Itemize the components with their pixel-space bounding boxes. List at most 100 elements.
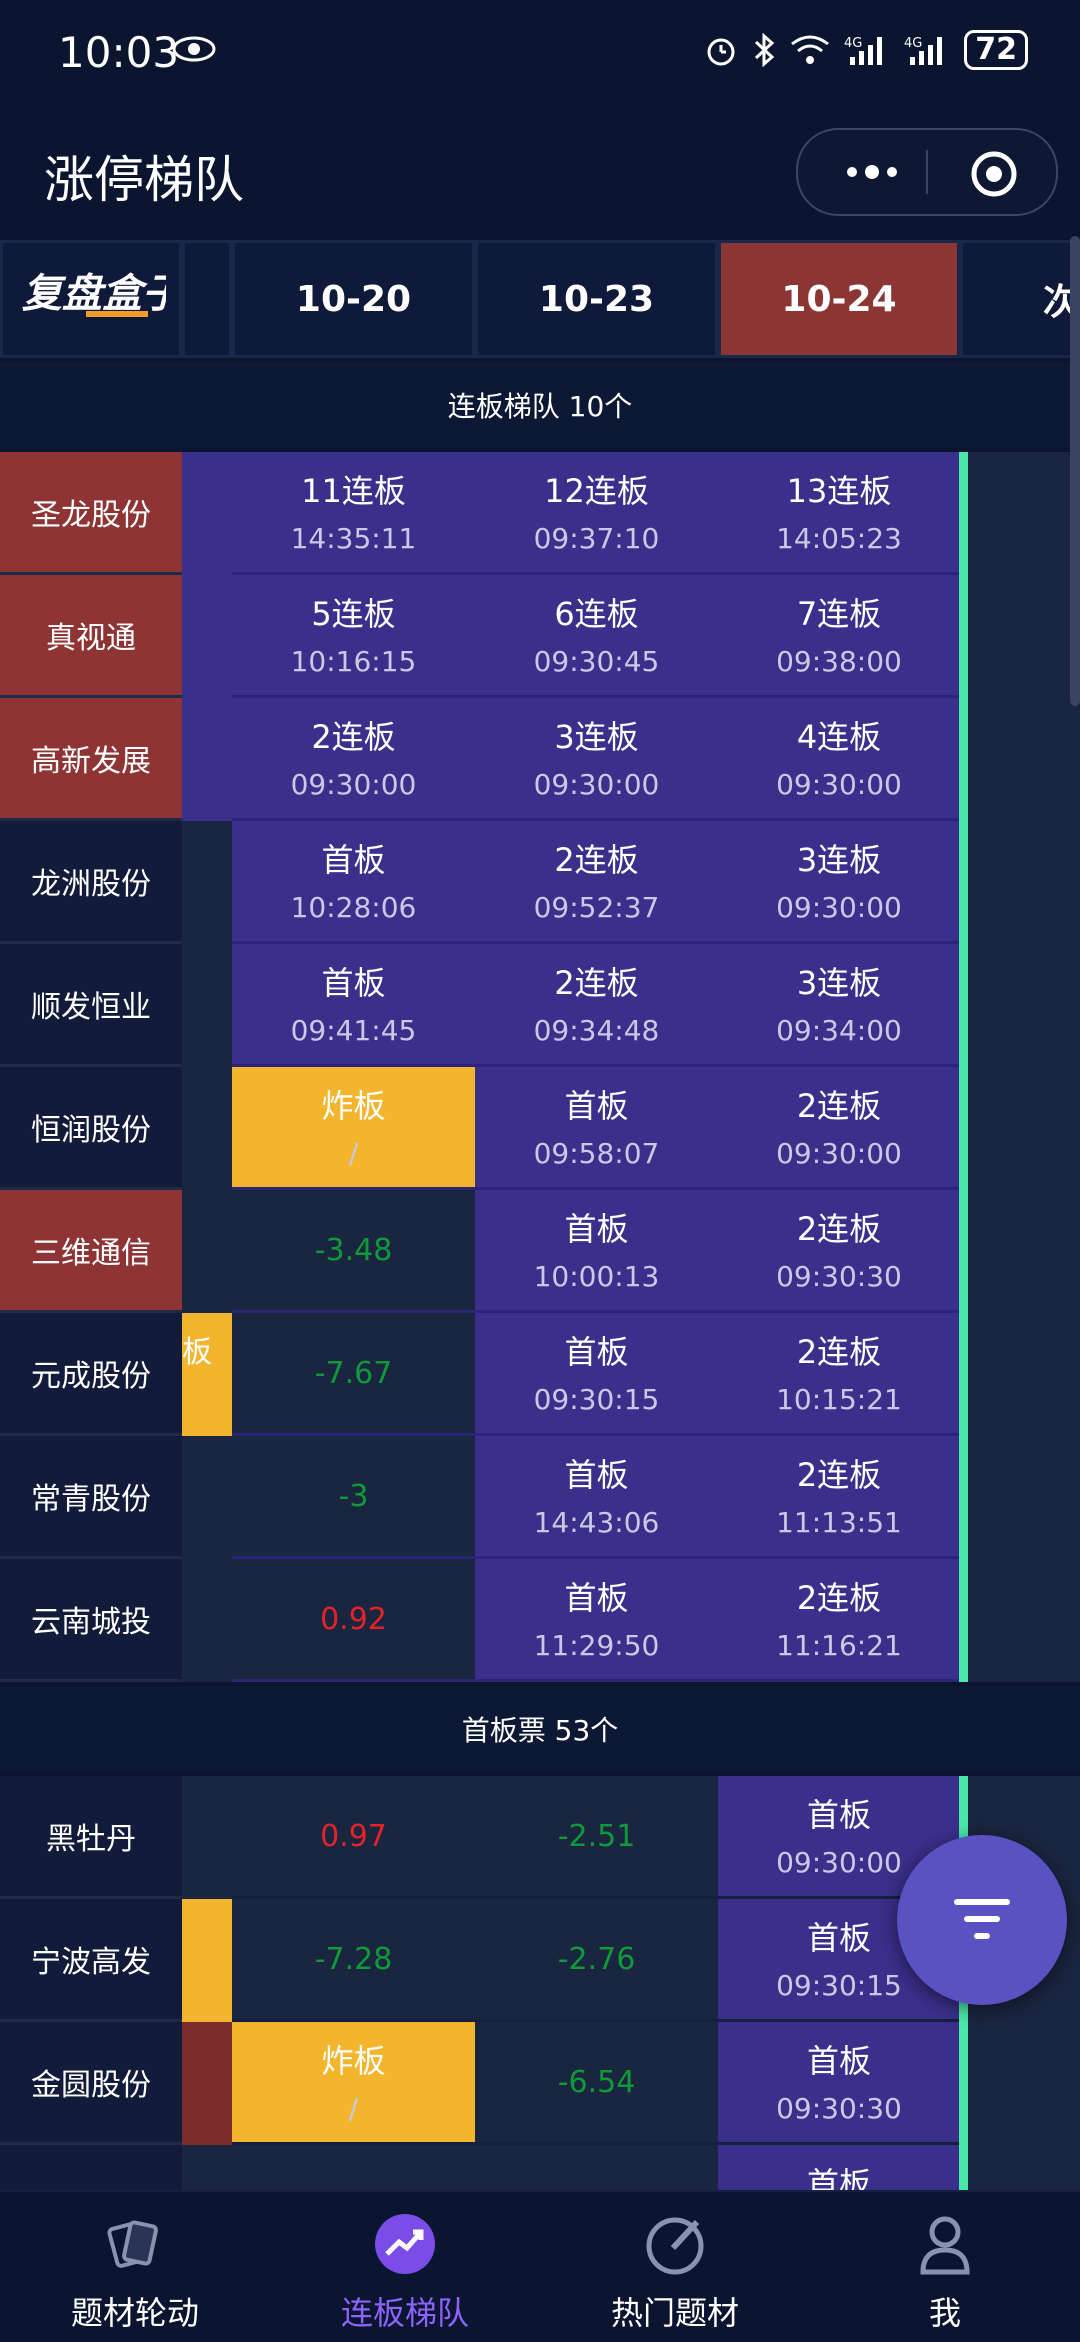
first-board-cell[interactable]: 首板 09:30:30 (718, 2022, 960, 2145)
first-board-cell[interactable]: 首板 (718, 2145, 960, 2190)
ladder-cell[interactable]: 炸板 / (232, 1067, 475, 1190)
ladder-cell[interactable]: 2连板 09:34:48 (475, 944, 718, 1067)
ladder-cell[interactable]: 首板 11:29:50 (475, 1559, 718, 1682)
trend-icon (375, 2214, 435, 2274)
nav-label: 连板梯队 (340, 2294, 469, 2332)
nav-ladder[interactable]: 连板梯队 (270, 2192, 540, 2342)
ladder-cell[interactable]: -7.67 (232, 1313, 475, 1436)
stock-name[interactable]: 宁波高发 (0, 1899, 182, 2022)
clock: 10:03 (58, 28, 180, 77)
date-tab[interactable]: 次 (960, 240, 1080, 358)
ladder-cell[interactable]: 2连板 11:16:21 (718, 1559, 960, 1682)
alarm-icon (707, 38, 735, 66)
cell-time: 09:34:00 (776, 1014, 902, 1047)
more-icon[interactable] (842, 160, 902, 184)
capsule-divider (926, 150, 928, 194)
ladder-cell[interactable]: -3 (232, 1436, 475, 1559)
ladder-cell[interactable]: 首板 14:43:06 (475, 1436, 718, 1559)
filter-button[interactable] (897, 1835, 1067, 2005)
ladder-cell[interactable]: 0.92 (232, 1559, 475, 1682)
ladder-cell[interactable]: 3连板 09:30:00 (718, 821, 960, 944)
nav-theme-rotation[interactable]: 题材轮动 (0, 2192, 270, 2342)
cell-status: 3连板 (554, 718, 639, 756)
cell-status: 首板 (321, 964, 386, 1002)
prev-col-cell (182, 2022, 232, 2145)
cell-status: 4连板 (796, 718, 882, 756)
ladder-cell[interactable]: 7连板 09:38:00 (718, 575, 960, 698)
cell-status: 首板 (564, 1087, 629, 1125)
next-col-cell (960, 452, 1080, 575)
stock-name[interactable]: 圣龙股份 (0, 452, 182, 575)
prev-col-cell (182, 944, 232, 1067)
prev-col-cell (182, 821, 232, 944)
first-board-cell[interactable]: -7.28 (232, 1899, 475, 2022)
ladder-cell[interactable]: 13连板 14:05:23 (718, 452, 960, 575)
ladder-cell[interactable]: 2连板 09:30:30 (718, 1190, 960, 1313)
nav-me[interactable]: 我 (810, 2192, 1080, 2342)
cell-time: 09:58:07 (533, 1137, 660, 1170)
ladder-cell[interactable]: 2连板 09:30:00 (718, 1067, 960, 1190)
first-board-cell[interactable]: 1.25 (232, 2145, 475, 2190)
first-board-cell[interactable]: -3.26 (475, 2145, 718, 2190)
ladder-cell[interactable]: 2连板 09:30:00 (232, 698, 475, 821)
nav-hot-topics[interactable]: 热门题材 (540, 2192, 810, 2342)
first-board-cell[interactable]: -6.54 (475, 2022, 718, 2145)
cell-status: 2连板 (554, 964, 639, 1002)
scrollbar[interactable] (1070, 236, 1080, 706)
stock-name[interactable]: 元成股份 (0, 1313, 182, 1436)
ladder-cell[interactable]: 5连板 10:16:15 (232, 575, 475, 698)
first-board-cell[interactable]: -2.51 (475, 1776, 718, 1899)
stock-name[interactable]: 顺发恒业 (0, 944, 182, 1067)
ladder-cell[interactable]: 首板 09:41:45 (232, 944, 475, 1067)
prev-col-cell (182, 452, 232, 575)
first-board-cell[interactable]: 0.97 (232, 1776, 475, 1899)
ladder-cell[interactable]: 首板 10:00:13 (475, 1190, 718, 1313)
cell-time: 09:30:30 (776, 1260, 902, 1293)
stock-name[interactable]: 坤泰股份 (0, 2145, 182, 2190)
stock-name[interactable]: 黑牡丹 (0, 1776, 182, 1899)
cell-time: 11:16:21 (776, 1629, 902, 1662)
ladder-cell[interactable]: 2连板 10:15:21 (718, 1313, 960, 1436)
ladder-cell[interactable]: 11连板 14:35:11 (232, 452, 475, 575)
stock-name[interactable]: 常青股份 (0, 1436, 182, 1559)
cell-time: / (348, 2092, 359, 2125)
ladder-cell[interactable]: 3连板 09:30:00 (475, 698, 718, 821)
date-tab[interactable]: 10-24 (718, 240, 960, 358)
stock-name[interactable]: 云南城投 (0, 1559, 182, 1682)
prev-col-cell (182, 698, 232, 821)
cell-status: 首板 (564, 1333, 629, 1371)
prev-col-cell (182, 1190, 232, 1313)
cell-status: 2连板 (554, 841, 639, 879)
first-board-cell[interactable]: -2.76 (475, 1899, 718, 2022)
cell-status: 2连板 (796, 1579, 882, 1617)
stock-name[interactable]: 恒润股份 (0, 1067, 182, 1190)
ladder-cell[interactable]: 4连板 09:30:00 (718, 698, 960, 821)
ladder-cell[interactable]: 首板 09:30:15 (475, 1313, 718, 1436)
page-title: 涨停梯队 (44, 151, 244, 209)
cell-time: 10:28:06 (290, 891, 417, 924)
ladder-cell[interactable]: 6连板 09:30:45 (475, 575, 718, 698)
stock-name[interactable]: 三维通信 (0, 1190, 182, 1313)
ladder-cell[interactable]: 12连板 09:37:10 (475, 452, 718, 575)
ladder-cell[interactable]: -3.48 (232, 1190, 475, 1313)
ladder-cell[interactable]: 2连板 09:52:37 (475, 821, 718, 944)
cell-status: 首板 (564, 1210, 629, 1248)
stock-name[interactable]: 龙洲股份 (0, 821, 182, 944)
wifi-icon (791, 35, 830, 64)
stock-name[interactable]: 高新发展 (0, 698, 182, 821)
stock-name[interactable]: 金圆股份 (0, 2022, 182, 2145)
cell-status: 2连板 (311, 718, 396, 756)
cell-time: 09:30:00 (776, 891, 902, 924)
date-tab[interactable]: 10-23 (475, 240, 718, 358)
ladder-cell[interactable]: 3连板 09:34:00 (718, 944, 960, 1067)
next-col-cell (960, 575, 1080, 698)
close-miniapp-icon[interactable] (970, 150, 1018, 198)
first-board-cell[interactable]: 炸板 / (232, 2022, 475, 2145)
date-tab[interactable]: 10-20 (232, 240, 475, 358)
ladder-cell[interactable]: 首板 10:28:06 (232, 821, 475, 944)
ladder-cell[interactable]: 2连板 11:13:51 (718, 1436, 960, 1559)
cell-status: 13连板 (786, 472, 892, 510)
cell-time: 09:37:10 (533, 522, 660, 555)
stock-name[interactable]: 真视通 (0, 575, 182, 698)
ladder-cell[interactable]: 首板 09:58:07 (475, 1067, 718, 1190)
